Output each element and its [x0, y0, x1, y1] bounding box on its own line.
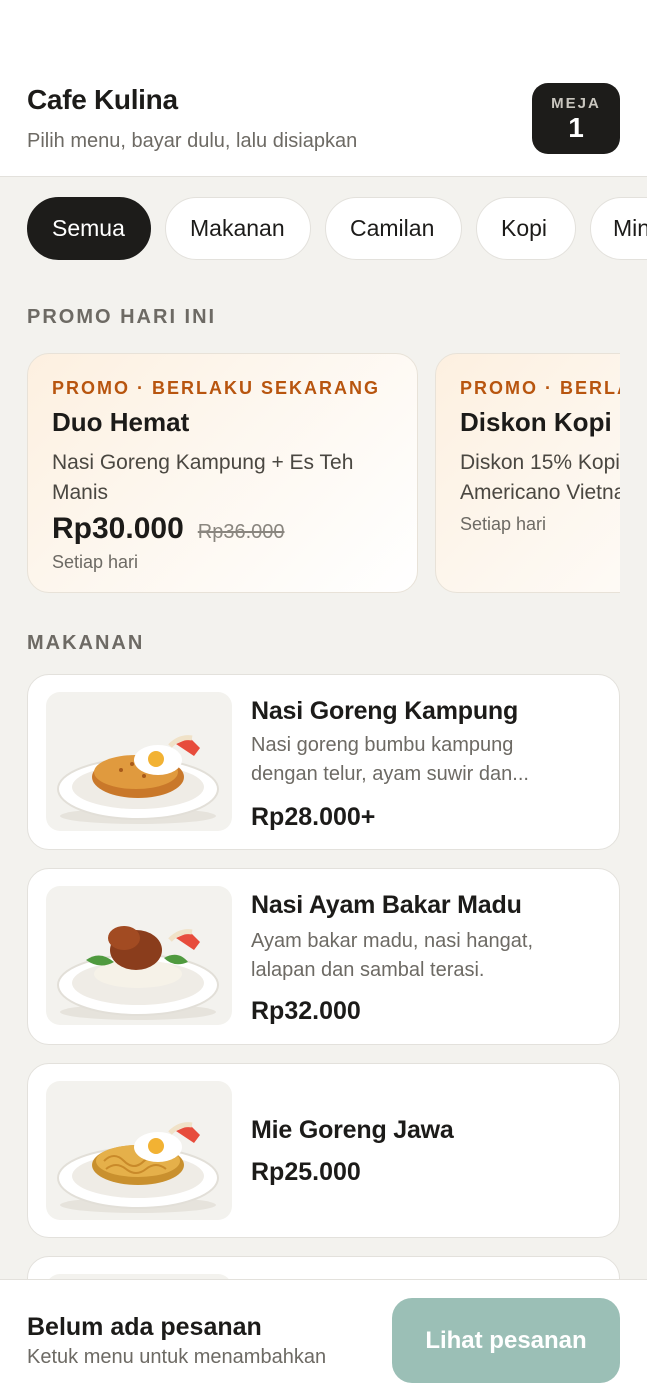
- menu-item-description: Nasi goreng bumbu kampung dengan telur, …: [251, 734, 529, 785]
- table-number: 1: [568, 112, 584, 143]
- promo-name: Duo Hemat: [52, 407, 190, 437]
- promo-section-label: PROMO HARI INI: [27, 306, 217, 328]
- tab-camilan[interactable]: Camilan: [325, 197, 462, 260]
- order-status-title: Belum ada pesanan: [27, 1313, 262, 1341]
- promo-schedule: Setiap hari: [460, 514, 547, 534]
- promo-card[interactable]: PROMO · BERLAKU SEKARANG Duo Hemat Nasi …: [27, 353, 418, 593]
- promo-tag: PROMO · BERLAKU SEKARANG: [52, 378, 381, 398]
- promo-price: Rp30.000: [52, 512, 184, 545]
- promo-description: Diskon 15% Kopi Cappuccino + Americano V…: [460, 451, 620, 504]
- fried-noodle-icon: [46, 1081, 232, 1220]
- table-label: MEJA: [551, 95, 601, 112]
- tab-minuman[interactable]: Minuman: [590, 197, 647, 260]
- menu-item-name: Mie Goreng Jawa: [251, 1116, 454, 1144]
- promo-old-price: Rp36.000: [197, 521, 285, 543]
- menu-item-price: Rp32.000: [251, 997, 361, 1025]
- promo-card[interactable]: PROMO · BERLAKU SEKARANG Diskon Kopi 15%…: [435, 353, 620, 593]
- menu-item-price: Rp28.000+: [251, 803, 376, 831]
- menu-item-card[interactable]: Mie Goreng Jawa Rp25.000: [27, 1063, 620, 1238]
- app-title: Cafe Kulina: [27, 84, 178, 115]
- tab-makanan[interactable]: Makanan: [165, 197, 311, 260]
- fried-rice-icon: [46, 692, 232, 831]
- order-status-subtitle: Ketuk menu untuk menambahkan: [27, 1346, 327, 1368]
- promo-tag: PROMO · BERLAKU SEKARANG: [460, 378, 620, 398]
- grilled-chicken-icon: [46, 886, 232, 1025]
- tab-semua[interactable]: Semua: [27, 197, 151, 260]
- menu-item-card[interactable]: Nasi Ayam Bakar Madu Ayam bakar madu, na…: [27, 868, 620, 1045]
- tab-kopi[interactable]: Kopi: [476, 197, 576, 260]
- view-order-button[interactable]: Lihat pesanan: [392, 1298, 620, 1383]
- menu-item-price: Rp25.000: [251, 1158, 361, 1186]
- app-subtitle: Pilih menu, bayar dulu, lalu disiapkan: [27, 130, 358, 152]
- menu-item-name: Nasi Ayam Bakar Madu: [251, 891, 522, 919]
- category-tabs: Semua Makanan Camilan Kopi Minuman: [0, 197, 647, 261]
- promo-description: Nasi Goreng Kampung + Es Teh Manis: [52, 451, 354, 504]
- menu-item-name: Nasi Goreng Kampung: [251, 697, 519, 725]
- promo-schedule: Setiap hari: [52, 552, 139, 572]
- menu-section-label: MAKANAN: [27, 632, 145, 654]
- promo-carousel: PROMO · BERLAKU SEKARANG Duo Hemat Nasi …: [27, 353, 620, 594]
- menu-item-description: Ayam bakar madu, nasi hangat, lalapan da…: [251, 930, 534, 981]
- app-header: Cafe Kulina Pilih menu, bayar dulu, lalu…: [0, 0, 647, 177]
- promo-name: Diskon Kopi 15%: [460, 407, 620, 437]
- order-footer: Belum ada pesanan Ketuk menu untuk menam…: [0, 1279, 647, 1400]
- table-badge: MEJA 1: [532, 83, 620, 154]
- menu-item-card[interactable]: Nasi Goreng Kampung Nasi goreng bumbu ka…: [27, 674, 620, 850]
